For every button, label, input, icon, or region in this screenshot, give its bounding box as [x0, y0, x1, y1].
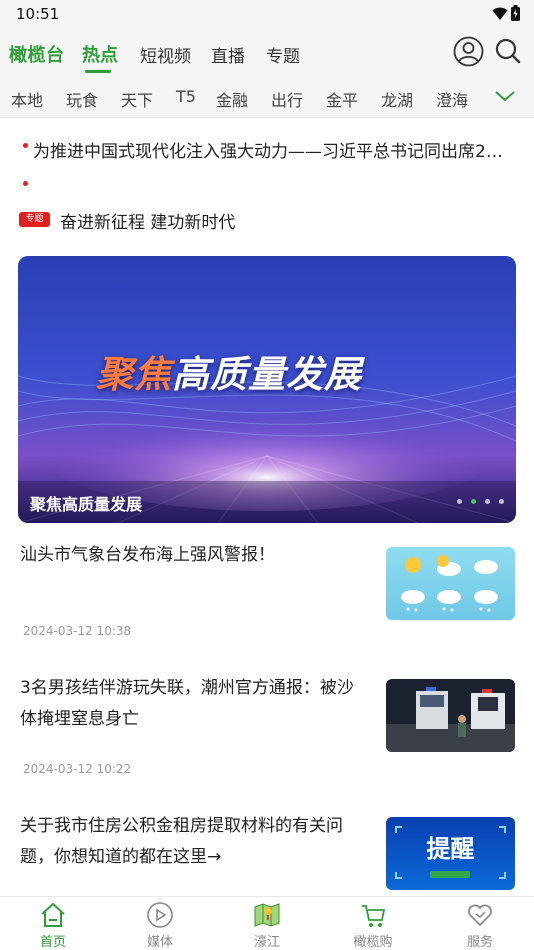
tab-shop[interactable]: 橄榄购	[338, 897, 408, 950]
channel-bar: 本地 玩食 天下 T5 金融 出行 金平 龙湖 澄海	[0, 76, 534, 118]
home-icon	[39, 901, 67, 929]
news-item[interactable]: 汕头市气象台发布海上强风警报！ 2024-03-12 10:38	[0, 537, 534, 657]
map-icon	[253, 901, 281, 929]
reminder-thumbnail: 提醒	[386, 817, 515, 890]
active-tab-indicator	[85, 70, 111, 73]
channel-item[interactable]: 玩食	[66, 87, 98, 111]
news-item[interactable]: 3名男孩结伴游玩失联，潮州官方通报：被沙体掩埋窒息身亡 2024-03-12 1…	[0, 670, 534, 800]
wifi-icon	[492, 6, 508, 25]
news-item[interactable]: 关于我市住房公积金租房提取材料的有关问题，你想知道的都在这里→ 提醒	[0, 808, 534, 898]
top-nav: 橄榄台 热点 短视频 直播 专题	[0, 28, 534, 76]
user-icon[interactable]	[453, 36, 484, 71]
channel-item[interactable]: 金融	[216, 87, 248, 111]
banner-headline: 聚焦高质量发展	[96, 353, 362, 396]
channel-item[interactable]: 龙湖	[381, 87, 413, 111]
news-title: 汕头市气象台发布海上强风警报！	[20, 545, 275, 565]
channel-item[interactable]: 金平	[326, 87, 358, 111]
news-date: 2024-03-12 10:38	[23, 624, 132, 638]
banner-caption: 聚焦高质量发展	[30, 495, 143, 514]
tab-label: 濠江	[253, 935, 280, 950]
chevron-down-icon[interactable]	[494, 87, 516, 109]
bullet-dot	[23, 143, 28, 148]
channel-item[interactable]: 出行	[271, 87, 303, 111]
tab-haojiang[interactable]: 濠江	[232, 897, 302, 950]
channel-item[interactable]: 澄海	[436, 87, 468, 111]
channel-item[interactable]: T5	[176, 87, 196, 106]
carousel-dot[interactable]	[499, 499, 504, 504]
ambulance-thumbnail	[386, 679, 515, 752]
tab-media[interactable]: 媒体	[125, 897, 195, 950]
tab-home[interactable]: 首页	[18, 897, 88, 950]
news-title: 关于我市住房公积金租房提取材料的有关问题，你想知道的都在这里→	[20, 816, 343, 867]
carousel-dot[interactable]	[471, 499, 476, 504]
news-date: 2024-03-12 10:22	[23, 762, 132, 776]
special-badge: 专题	[19, 212, 50, 227]
special-topic-title: 奋进新征程 建功新时代	[60, 213, 236, 233]
channel-item[interactable]: 本地	[11, 87, 43, 111]
heart-icon	[466, 901, 494, 929]
status-bar: 10:51	[0, 0, 534, 28]
tab-live[interactable]: 直播	[211, 42, 245, 67]
carousel-dot[interactable]	[485, 499, 490, 504]
bottom-tab-bar: 首页 媒体 濠江 橄榄购 服务	[0, 896, 534, 950]
tab-label: 服务	[466, 935, 493, 950]
tab-hot[interactable]: 热点	[82, 41, 118, 67]
play-icon	[146, 901, 174, 929]
news-title: 3名男孩结伴游玩失联，潮州官方通报：被沙体掩埋窒息身亡	[20, 678, 354, 729]
top-headline[interactable]: 为推进中国式现代化注入强大动力——习近平总书记同出席2024年全国两会人大代表政…	[33, 137, 513, 162]
reminder-text: 提醒	[426, 835, 475, 863]
battery-icon	[511, 5, 520, 25]
tab-service[interactable]: 服务	[445, 897, 515, 950]
bullet-dot	[23, 181, 28, 186]
carousel-indicator	[448, 489, 504, 508]
tab-label: 首页	[39, 935, 66, 950]
cart-icon	[359, 901, 387, 929]
tab-short-video[interactable]: 短视频	[140, 42, 191, 67]
weather-thumbnail	[386, 547, 515, 620]
status-time: 10:51	[16, 5, 60, 23]
tab-label: 橄榄购	[353, 935, 393, 950]
tab-label: 媒体	[146, 935, 173, 950]
hero-banner[interactable]: 聚焦高质量发展 聚焦高质量发展	[18, 256, 516, 523]
tab-special[interactable]: 专题	[266, 42, 300, 67]
app-logo[interactable]: 橄榄台	[9, 41, 65, 67]
search-icon[interactable]	[494, 36, 522, 70]
channel-item[interactable]: 天下	[121, 87, 153, 111]
carousel-dot[interactable]	[457, 499, 462, 504]
